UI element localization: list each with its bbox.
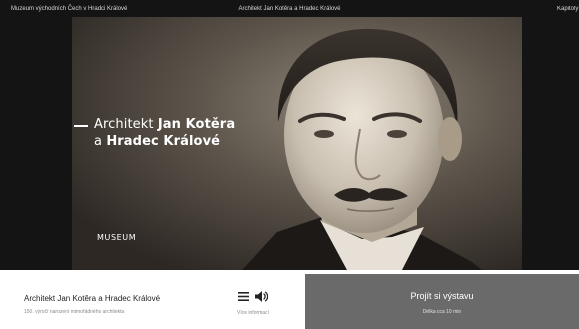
start-exhibition-button[interactable]: Projít si výstavu Délka cca 10 min	[305, 274, 579, 329]
chapters-link[interactable]: Kapitoly	[557, 6, 579, 12]
speaker-icon[interactable]	[255, 291, 268, 302]
menu-icon[interactable]	[238, 292, 249, 301]
title-line-2-regular: a	[94, 134, 107, 149]
info-card: Architekt Jan Kotěra a Hradec Králové 15…	[10, 274, 297, 329]
title-accent-line	[74, 125, 88, 127]
title-line-2: a Hradec Králové	[94, 133, 235, 150]
info-card-title: Architekt Jan Kotěra a Hradec Králové	[24, 294, 161, 303]
title-line-1-regular: Architekt	[94, 117, 158, 132]
info-card-subtitle: 150. výročí narození mimořádného archite…	[24, 309, 125, 315]
hero-stage: Architekt Jan Kotěra a Hradec Králové MU…	[0, 17, 579, 270]
hero-image: Architekt Jan Kotěra a Hradec Králové MU…	[72, 17, 522, 270]
more-info-link[interactable]: Více informací	[230, 310, 276, 316]
title-line-2-bold: Hradec Králové	[106, 134, 221, 149]
start-exhibition-label: Projít si výstavu	[410, 291, 474, 301]
page-title: Architekt Jan Kotěra a Hradec Králové	[238, 6, 341, 12]
exhibition-duration: Délka cca 10 min	[422, 309, 462, 315]
bottom-panel: Architekt Jan Kotěra a Hradec Králové 15…	[0, 270, 579, 329]
title-line-1: Architekt Jan Kotěra	[94, 116, 235, 133]
exhibition-title: Architekt Jan Kotěra a Hradec Králové	[74, 116, 235, 150]
top-bar: Muzeum východních Čech v Hradci Králové …	[0, 0, 579, 17]
museum-logo: MUSEUM	[97, 233, 137, 242]
title-line-1-bold: Jan Kotěra	[157, 117, 236, 132]
